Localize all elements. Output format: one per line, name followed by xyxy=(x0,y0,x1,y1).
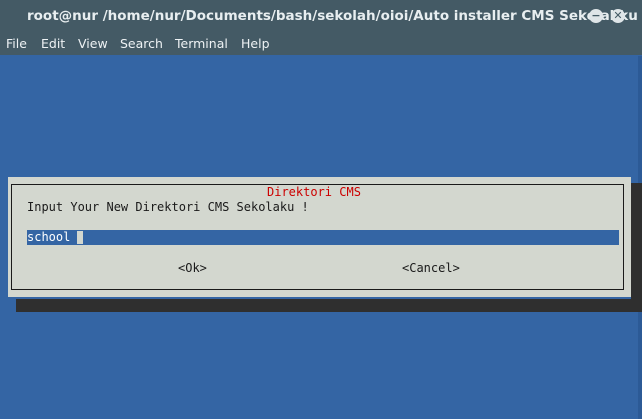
dialog-title: Direktori CMS xyxy=(260,185,368,199)
terminal-area[interactable]: Direktori CMS Input Your New Direktori C… xyxy=(0,56,642,419)
dialog-shadow-bottom xyxy=(16,299,642,312)
dialog-prompt: Input Your New Direktori CMS Sekolaku ! xyxy=(27,200,309,214)
cancel-button[interactable]: <Cancel> xyxy=(402,261,460,275)
minimize-icon[interactable]: − xyxy=(589,9,603,23)
close-icon[interactable]: ✕ xyxy=(611,9,625,23)
menu-help[interactable]: Help xyxy=(241,36,270,51)
directory-input-value: school xyxy=(27,230,71,244)
input-dialog: Direktori CMS Input Your New Direktori C… xyxy=(8,177,631,297)
text-cursor xyxy=(77,231,83,244)
menu-edit[interactable]: Edit xyxy=(41,36,65,51)
menu-view[interactable]: View xyxy=(78,36,108,51)
menu-file[interactable]: File xyxy=(6,36,27,51)
window-title: root@nur /home/nur/Documents/bash/sekola… xyxy=(27,8,638,24)
menu-search[interactable]: Search xyxy=(120,36,163,51)
dialog-frame: Direktori CMS Input Your New Direktori C… xyxy=(11,184,624,290)
dialog-shadow-right xyxy=(631,183,642,312)
menu-terminal[interactable]: Terminal xyxy=(175,36,228,51)
ok-button[interactable]: <Ok> xyxy=(178,261,207,275)
menu-bar: File Edit View Search Terminal Help xyxy=(0,33,642,55)
title-bar[interactable]: root@nur /home/nur/Documents/bash/sekola… xyxy=(0,0,642,33)
directory-input[interactable]: school xyxy=(27,230,619,245)
terminal-window: root@nur /home/nur/Documents/bash/sekola… xyxy=(0,0,642,419)
